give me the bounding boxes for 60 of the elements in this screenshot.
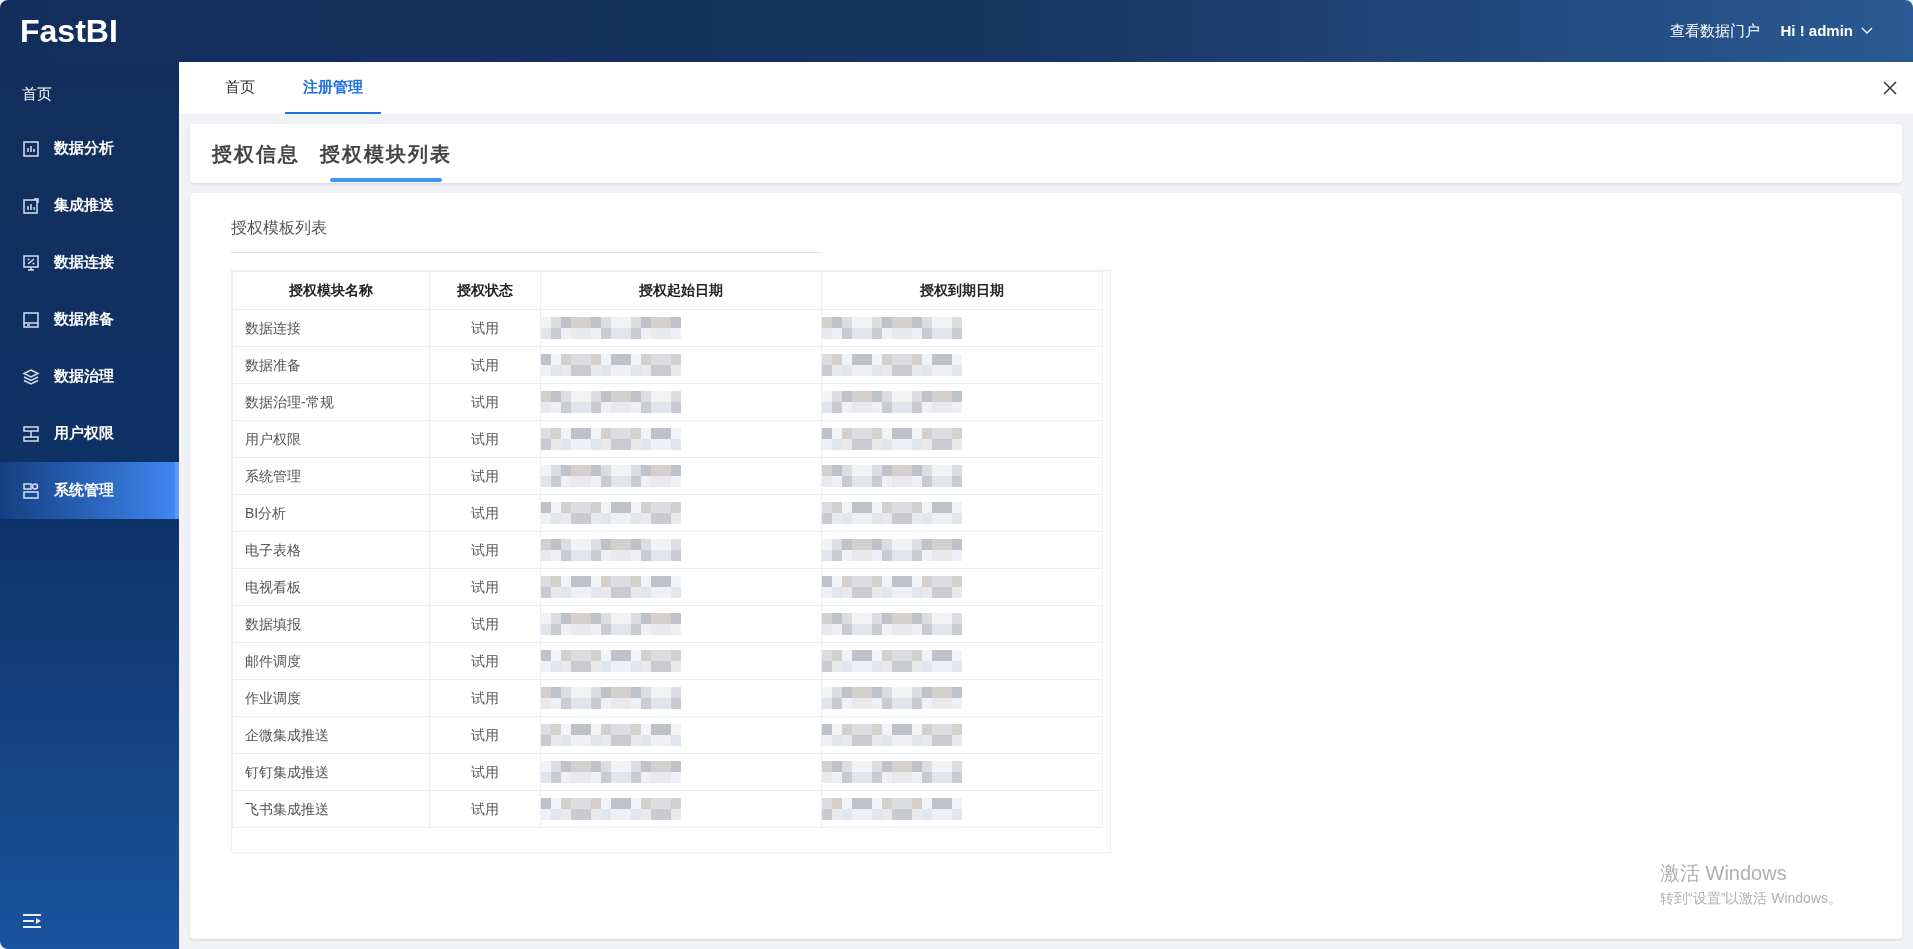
settings-panel-icon (22, 481, 40, 500)
table-cell: 用户权限 (232, 420, 430, 458)
monitor-icon (22, 253, 40, 272)
table-cell: 邮件调度 (232, 642, 430, 680)
table-cell: 系统管理 (232, 457, 430, 495)
table-cell: 试用 (429, 605, 540, 643)
table-cell: 试用 (429, 568, 540, 606)
table-cell: 数据治理-常规 (232, 383, 430, 421)
table-cell: 试用 (429, 679, 540, 717)
sidebar-item[interactable]: 集成推送 (0, 177, 179, 234)
table-cell: BI分析 (232, 494, 430, 532)
sidebar-item[interactable]: 首页 (0, 68, 179, 120)
table-cell: 数据连接 (232, 309, 430, 347)
table-cell: 试用 (429, 531, 540, 569)
server-icon (22, 424, 40, 443)
sidebar-item[interactable]: 数据连接 (0, 234, 179, 291)
layers-icon (22, 367, 40, 386)
portal-link[interactable]: 查看数据门户 (1670, 19, 1761, 43)
table-cell: 试用 (429, 716, 540, 754)
activation-title: 激活 Windows (1660, 861, 1788, 886)
table-cell: 试用 (429, 420, 540, 458)
column-header: 授权起始日期 (540, 271, 822, 310)
tab[interactable]: 首页 (207, 62, 273, 114)
table-cell: 电子表格 (232, 531, 430, 569)
table-cell: 试用 (429, 309, 540, 347)
tab[interactable]: 注册管理 (285, 62, 381, 114)
sub-tab[interactable]: 授权信息 (212, 124, 300, 183)
sidebar-item[interactable]: 数据分析 (0, 120, 179, 177)
sidebar-item[interactable]: 系统管理 (0, 462, 179, 519)
table-cell: 作业调度 (232, 679, 430, 717)
table-cell: 试用 (429, 642, 540, 680)
collapse-menu-icon[interactable] (22, 913, 42, 929)
table-cell: 企微集成推送 (232, 716, 430, 754)
table-cell: 试用 (429, 753, 540, 791)
screen-icon (22, 310, 40, 329)
user-menu[interactable]: Hi ! admin (1780, 19, 1873, 43)
table-cell: 试用 (429, 346, 540, 384)
table-cell: 试用 (429, 790, 540, 828)
sidebar-item[interactable]: 数据准备 (0, 291, 179, 348)
column-header: 授权到期日期 (821, 271, 1103, 310)
column-header: 授权模块名称 (232, 271, 430, 310)
table-cell: 飞书集成推送 (232, 790, 430, 828)
sidebar-item[interactable]: 数据治理 (0, 348, 179, 405)
sidebar-item[interactable]: 用户权限 (0, 405, 179, 462)
activation-hint: 转到“设置”以激活 Windows。 (1660, 889, 1842, 908)
table-cell: 钉钉集成推送 (232, 753, 430, 791)
chevron-down-icon (1861, 27, 1873, 35)
column-header: 授权状态 (429, 271, 540, 310)
bar-chart-icon (22, 196, 40, 215)
table-cell: 电视看板 (232, 568, 430, 606)
table-cell: 数据填报 (232, 605, 430, 643)
table-cell: 试用 (429, 383, 540, 421)
table-cell: 试用 (429, 494, 540, 532)
section-title: 授权模板列表 (231, 216, 821, 253)
close-icon[interactable] (1883, 81, 1897, 95)
logo-text: FastBI (20, 12, 118, 51)
table-cell: 数据准备 (232, 346, 430, 384)
sub-tab[interactable]: 授权模块列表 (320, 124, 452, 183)
chart-icon (22, 139, 40, 158)
table-cell: 试用 (429, 457, 540, 495)
